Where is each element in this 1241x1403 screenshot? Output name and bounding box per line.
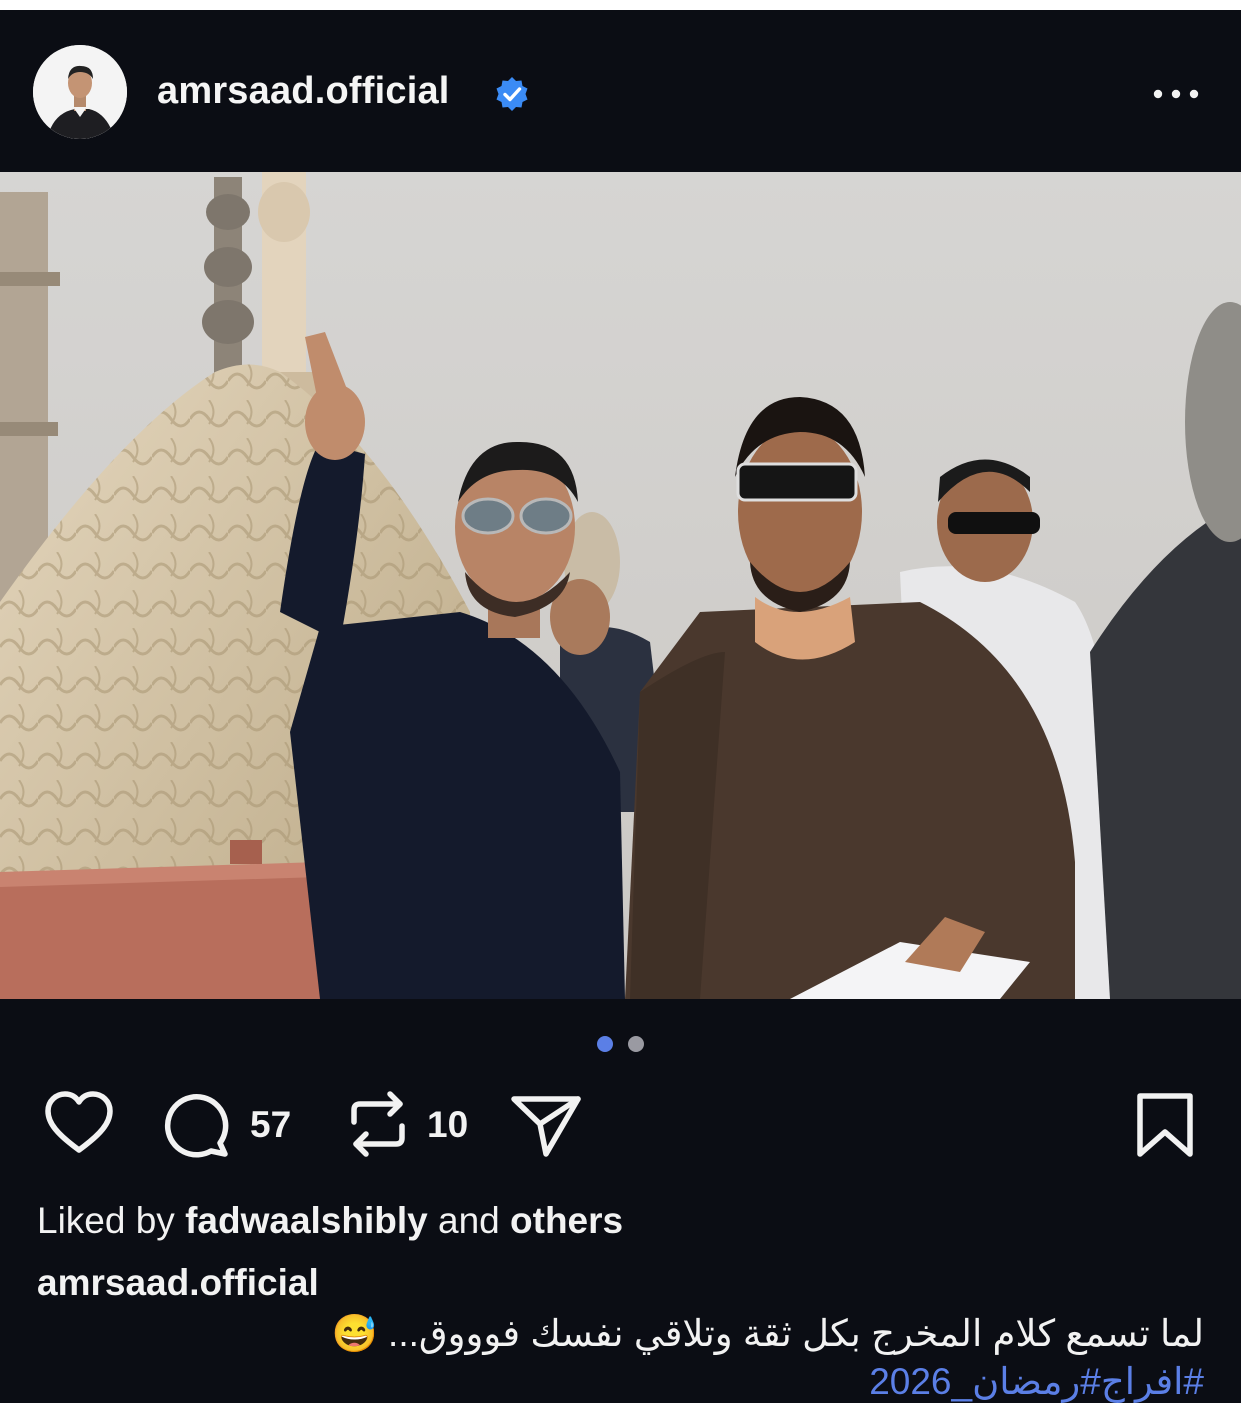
carousel-dot-active — [597, 1036, 613, 1052]
repost-icon[interactable] — [342, 1088, 414, 1160]
caption-hashtags[interactable]: #افراج#رمضان_2026 — [869, 1360, 1204, 1403]
ellipsis-icon[interactable] — [1148, 74, 1204, 114]
avatar[interactable] — [33, 45, 127, 139]
caption-text: لما تسمع كلام المخرج بكل ثقة وتلاقي نفسك… — [331, 1313, 1204, 1354]
liked-by[interactable]: Liked by fadwaalshibly and others — [37, 1200, 623, 1242]
caption-username[interactable]: amrsaad.official — [37, 1262, 319, 1304]
liked-by-user[interactable]: fadwaalshibly — [185, 1200, 428, 1241]
liked-by-prefix: Liked by — [37, 1200, 175, 1241]
send-icon[interactable] — [508, 1088, 584, 1160]
carousel-dot — [628, 1036, 644, 1052]
post-header: amrsaad.official — [0, 10, 1241, 172]
liked-by-others[interactable]: others — [510, 1200, 623, 1241]
post-photo[interactable] — [0, 172, 1241, 999]
comment-bubble-icon[interactable] — [163, 1088, 235, 1160]
repost-count: 10 — [427, 1104, 469, 1145]
liked-by-connector: and — [438, 1200, 500, 1241]
verified-badge-icon — [496, 77, 528, 111]
comment-count: 57 — [250, 1104, 292, 1145]
bookmark-icon[interactable] — [1133, 1090, 1197, 1160]
action-bar — [0, 1088, 1241, 1168]
post-username[interactable]: amrsaad.official — [157, 70, 450, 113]
carousel-indicator — [0, 1033, 1241, 1055]
heart-icon[interactable] — [43, 1088, 115, 1160]
top-edge — [0, 0, 1241, 10]
